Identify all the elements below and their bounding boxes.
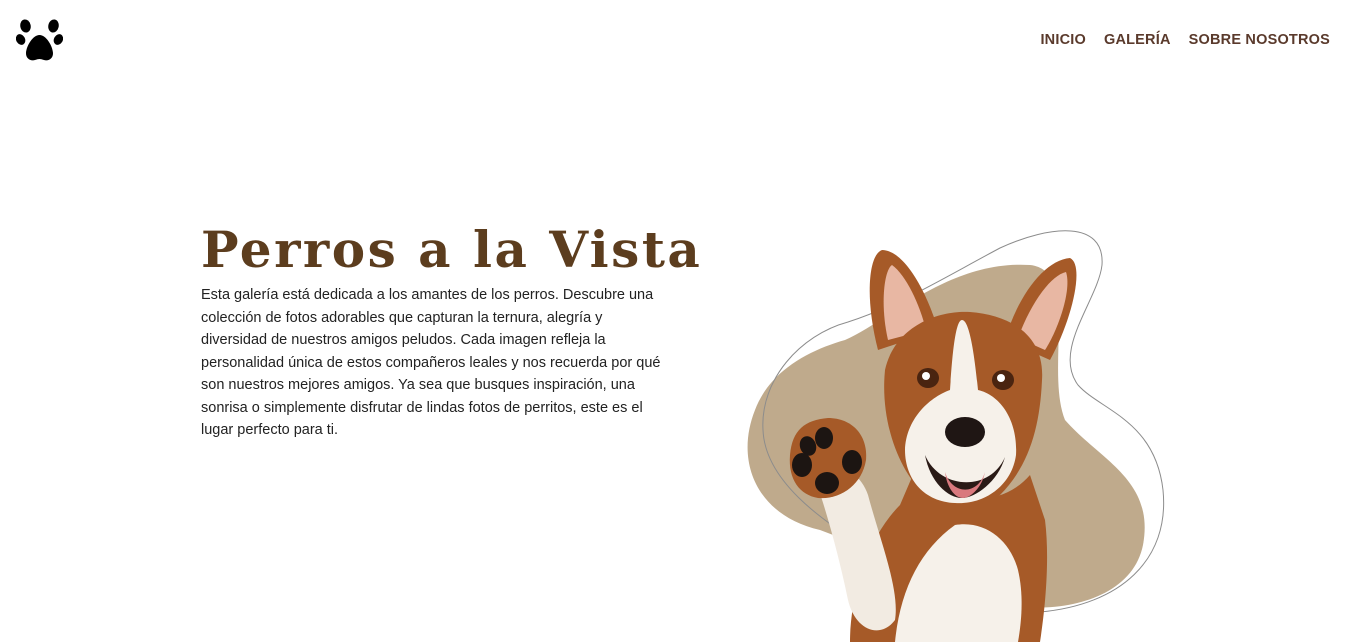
hero-title: Perros a la Vista — [201, 220, 703, 279]
hero-description: Esta galería está dedicada a los amantes… — [201, 287, 661, 438]
main-nav: INICIO GALERÍA SOBRE NOSOTROS — [1040, 32, 1330, 48]
page: INICIO GALERÍA SOBRE NOSOTROS Perros a l… — [0, 0, 1345, 642]
nav-link-galeria[interactable]: GALERÍA — [1104, 32, 1171, 48]
nav-link-inicio[interactable]: INICIO — [1040, 32, 1086, 48]
dog-waving-paw-photo — [747, 230, 1165, 642]
nav-link-sobre-nosotros[interactable]: SOBRE NOSOTROS — [1189, 32, 1330, 48]
paw-print-icon[interactable] — [16, 17, 63, 62]
